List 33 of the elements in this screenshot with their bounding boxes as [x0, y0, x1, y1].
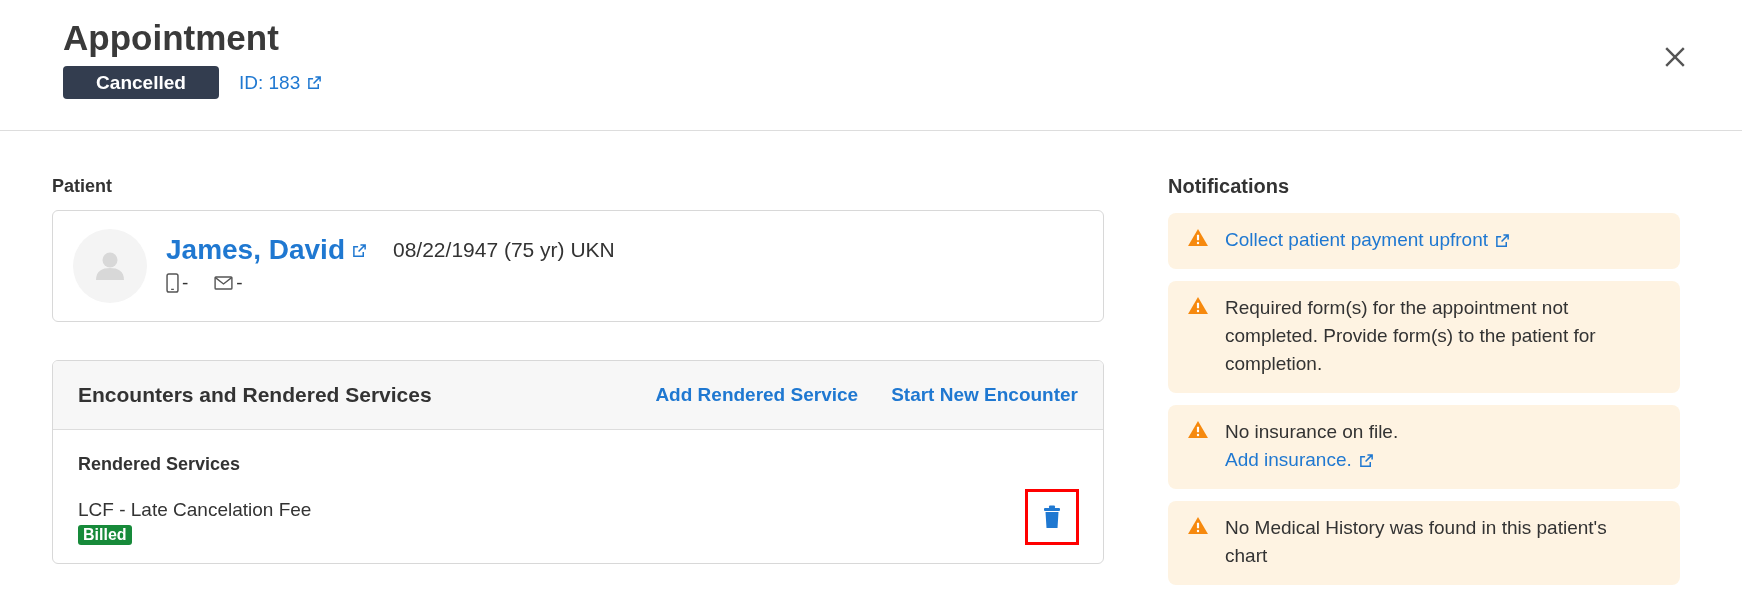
mail-icon	[214, 276, 234, 290]
section-title: Notifications	[1168, 175, 1291, 197]
notification-link[interactable]: Add insurance.	[1225, 449, 1352, 470]
warning-icon	[1187, 228, 1209, 247]
service-name: LCF - Late Cancelation Fee	[78, 499, 312, 521]
notification-text: Required form(s) for the appointment not completed. Provide form(s) to the patient for completion.	[1225, 296, 1597, 376]
status-badge: Billed	[78, 525, 132, 545]
warning-icon	[1187, 516, 1209, 535]
patient-details: 08/22/1947 (75 yr) UKN	[393, 238, 615, 262]
phone-icon	[166, 273, 179, 293]
email-value: -	[236, 272, 243, 294]
external-link-icon[interactable]	[352, 242, 367, 258]
external-link-icon[interactable]	[1358, 453, 1374, 469]
action-link[interactable]: Start New Encounter	[891, 384, 1078, 406]
external-link-icon[interactable]	[1495, 233, 1510, 249]
id-link[interactable]: ID: 183	[239, 71, 301, 94]
phone-value: -	[182, 272, 189, 294]
warning-icon	[1187, 296, 1209, 315]
section-label: Patient	[52, 175, 113, 197]
notification-text: No Medical History was found in this patient's chart	[1225, 516, 1608, 568]
notification-text: No insurance on file.	[1225, 420, 1399, 444]
close-button[interactable]	[1664, 46, 1686, 68]
section-title: Rendered Services	[78, 454, 242, 475]
notification-link[interactable]: Collect patient payment upfront	[1225, 229, 1488, 250]
action-link[interactable]: Add Rendered Service	[655, 384, 859, 406]
patient-name-link[interactable]: James, David	[166, 234, 345, 266]
trash-icon	[1043, 505, 1061, 529]
warning-icon	[1187, 420, 1209, 439]
page-title: Appointment	[63, 17, 280, 59]
card-title: Encounters and Rendered Services	[78, 383, 432, 407]
delete-button[interactable]	[1025, 489, 1079, 545]
external-link-icon[interactable]	[307, 75, 323, 90]
status-badge: Cancelled	[63, 66, 219, 99]
